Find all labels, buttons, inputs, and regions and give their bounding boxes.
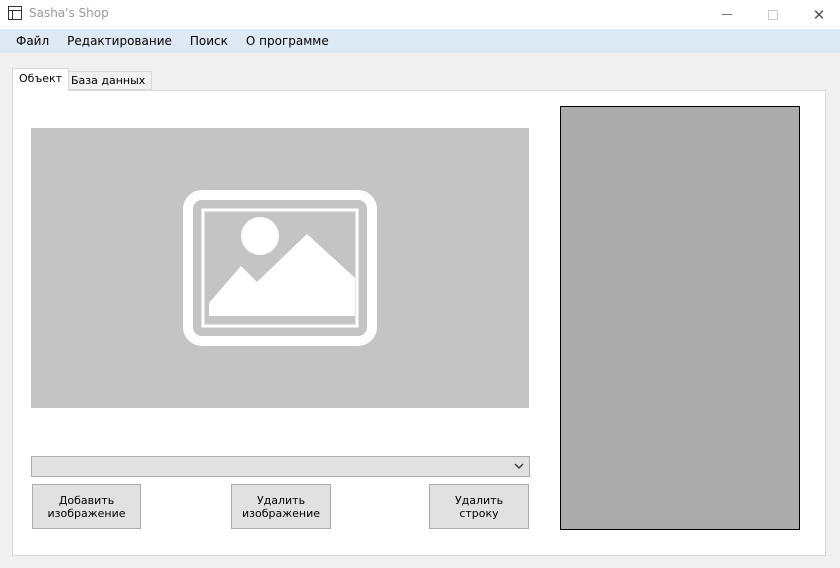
window-app-icon <box>8 6 22 20</box>
image-preview <box>31 128 529 408</box>
menu-bar: Файл Редактирование Поиск О программе <box>0 29 840 53</box>
side-panel <box>560 106 800 530</box>
chevron-down-icon <box>514 463 524 469</box>
close-icon: ✕ <box>812 5 826 24</box>
menu-item-edit[interactable]: Редактирование <box>58 29 181 53</box>
window-title: Sasha's Shop <box>29 6 109 20</box>
tab-database[interactable]: База данных <box>64 71 153 90</box>
image-selector-combobox[interactable] <box>31 456 530 477</box>
tab-object[interactable]: Объект <box>12 68 70 91</box>
add-image-button[interactable]: Добавить изображение <box>32 484 141 529</box>
delete-image-button[interactable]: Удалить изображение <box>231 484 331 529</box>
maximize-button[interactable] <box>750 0 796 29</box>
title-bar: Sasha's Shop ✕ <box>0 0 840 29</box>
delete-image-label-line1: Удалить <box>256 493 306 507</box>
add-image-label-line1: Добавить <box>58 493 115 507</box>
delete-row-button[interactable]: Удалить строку <box>429 484 529 529</box>
minimize-button[interactable] <box>704 0 750 29</box>
maximize-icon <box>768 9 778 20</box>
minimize-icon <box>722 14 732 15</box>
menu-item-search[interactable]: Поиск <box>181 29 237 53</box>
delete-row-label: Удалить строку <box>454 493 504 520</box>
menu-item-about[interactable]: О программе <box>237 29 338 53</box>
delete-image-label-line2: изображение <box>241 506 321 520</box>
image-placeholder-icon <box>183 190 377 346</box>
add-image-label-line2: изображение <box>47 506 126 520</box>
close-button[interactable]: ✕ <box>796 0 840 29</box>
menu-item-file[interactable]: Файл <box>7 29 58 53</box>
